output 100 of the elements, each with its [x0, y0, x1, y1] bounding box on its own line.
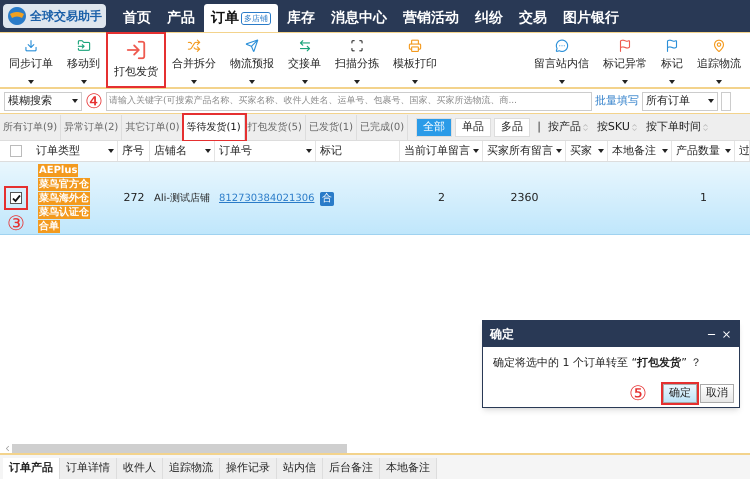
toolbar-button[interactable]: 扫描分拣 — [329, 34, 385, 86]
column-header[interactable]: 产品数量 — [672, 141, 735, 161]
step-number: ④ — [85, 91, 103, 111]
detail-tab[interactable]: 本地备注 — [380, 458, 437, 479]
order-type-tag: 菜鸟官方仓 — [38, 178, 90, 190]
scroll-left-icon[interactable] — [3, 444, 12, 453]
table-cell-text: 1 — [699, 190, 708, 206]
sort-icon — [580, 122, 590, 132]
nav-tab[interactable]: 交易 — [512, 4, 554, 32]
caret-icon — [205, 149, 211, 153]
nav-tab[interactable]: 消息中心 — [324, 4, 394, 32]
column-header[interactable]: 本地备注 — [608, 141, 672, 161]
toolbar-button[interactable]: 打包发货 — [108, 34, 164, 86]
sort-button[interactable]: 按SKU — [596, 118, 639, 136]
sort-icon — [700, 122, 710, 132]
toolbar-button[interactable]: 物流预报 — [224, 34, 280, 86]
caret-icon — [725, 149, 731, 153]
caret-icon — [306, 149, 312, 153]
caret-icon — [598, 149, 604, 153]
detail-tab[interactable]: 订单详情 — [60, 458, 117, 479]
caret-icon — [662, 149, 668, 153]
detail-tab[interactable]: 后台备注 — [323, 458, 380, 479]
dialog-title: 确定 — [490, 326, 514, 343]
detail-tab[interactable]: 操作记录 — [220, 458, 277, 479]
store-badge: 多店铺 — [241, 12, 271, 24]
search-mode-select[interactable]: 模糊搜索 — [4, 92, 82, 110]
toolbar-button[interactable]: 标记异常 — [597, 34, 653, 86]
order-type-tag: 菜鸟认证仓 — [38, 206, 90, 218]
app-logo: 全球交易助手 — [3, 4, 106, 28]
caret-icon — [716, 80, 722, 84]
column-header[interactable]: 买家 — [566, 141, 608, 161]
step-number: ③ — [7, 213, 25, 233]
toolbar-button[interactable]: 移动到 — [61, 34, 106, 86]
column-header[interactable]: 当前订单留言 — [400, 141, 483, 161]
status-tab[interactable]: 已发货(1) — [306, 115, 358, 140]
column-header[interactable]: 标记 — [316, 141, 400, 161]
caret-icon — [302, 80, 308, 84]
caret-icon — [708, 99, 714, 103]
detail-tab[interactable]: 收件人 — [117, 458, 163, 479]
caret-icon — [556, 149, 562, 153]
sort-button[interactable]: 按下单时间 — [646, 118, 710, 136]
filter-select[interactable] — [720, 92, 731, 110]
toolbar-button[interactable]: 合并拆分 — [166, 34, 222, 86]
status-tab[interactable]: 异常订单(2) — [61, 115, 122, 140]
nav-tab[interactable]: 产品 — [160, 4, 202, 32]
order-number-link[interactable]: 812730384021306 — [215, 190, 316, 206]
order-scope-select[interactable]: 所有订单 — [642, 92, 718, 110]
table-cell-text: 272 — [122, 190, 146, 206]
detail-tab[interactable]: 站内信 — [277, 458, 323, 479]
caret-icon — [80, 80, 86, 84]
status-tab[interactable]: 所有订单(9) — [0, 115, 62, 140]
nav-tab[interactable]: 库存 — [280, 4, 322, 32]
merge-mark-icon: 合 — [320, 192, 334, 206]
table-cell-text: 2360 — [510, 190, 540, 206]
filter-tab[interactable]: 多品 — [494, 118, 530, 136]
column-header[interactable]: 订单号 — [215, 141, 316, 161]
dialog-button[interactable]: 确定 — [663, 384, 697, 403]
detail-tab[interactable]: 追踪物流 — [163, 458, 220, 479]
column-header[interactable]: 过 — [735, 141, 750, 161]
check-icon — [12, 194, 20, 202]
caret-icon — [249, 80, 255, 84]
caret-icon — [72, 99, 78, 103]
caret-icon — [669, 80, 675, 84]
status-tab[interactable]: 等待发货(1) — [184, 115, 245, 140]
scrollbar-thumb[interactable] — [12, 444, 347, 453]
nav-tab[interactable]: 首页 — [116, 4, 158, 32]
caret-icon — [473, 149, 479, 153]
toolbar-button[interactable]: 同步订单 — [3, 34, 59, 86]
column-header[interactable]: 订单类型 — [32, 141, 118, 161]
toolbar-button[interactable]: 留言站内信 — [528, 34, 595, 86]
column-header[interactable]: 店铺名 — [150, 141, 215, 161]
filter-tab[interactable]: 单品 — [455, 118, 492, 136]
sort-button[interactable]: 按产品 — [548, 118, 590, 136]
caret-icon — [28, 80, 34, 84]
search-field[interactable]: 请输入关键字(可搜索产品名称、买家名称、收件人姓名、运单号、包裹号、国家、买家所选物流、商... — [106, 92, 592, 110]
nav-tab[interactable]: 图片银行 — [556, 4, 626, 32]
caret-icon — [354, 80, 360, 84]
nav-tab[interactable]: 纠纷 — [468, 4, 510, 32]
detail-tab[interactable]: 订单产品 — [3, 458, 60, 479]
column-header[interactable]: 序号 — [118, 141, 150, 161]
column-header[interactable]: 买家所有留言 — [483, 141, 566, 161]
select-all-checkbox[interactable] — [10, 145, 22, 157]
order-type-tag: AEPlus — [38, 164, 78, 176]
dialog-button[interactable]: 取消 — [700, 384, 734, 403]
caret-icon — [412, 80, 418, 84]
nav-tab[interactable]: 营销活动 — [396, 4, 466, 32]
toolbar-button[interactable]: 模板打印 — [387, 34, 443, 86]
toolbar-button[interactable]: 标记 — [655, 34, 689, 86]
status-tab[interactable]: 已完成(0) — [357, 115, 408, 140]
order-type-tag: 合单 — [38, 220, 60, 232]
row-checkbox[interactable] — [6, 188, 26, 208]
batch-fill-link[interactable]: 批量填写 — [594, 92, 639, 110]
status-tab[interactable]: 打包发货(5) — [244, 115, 306, 140]
separator: | — [537, 118, 541, 135]
close-icon[interactable] — [721, 328, 732, 340]
toolbar-button[interactable]: 追踪物流 — [691, 34, 747, 86]
order-type-tag: 菜鸟海外仓 — [38, 192, 90, 204]
caret-icon — [191, 80, 197, 84]
nav-tab[interactable]: 订单 多店铺 — [204, 4, 278, 32]
toolbar-button[interactable]: 交接单 — [282, 34, 327, 86]
